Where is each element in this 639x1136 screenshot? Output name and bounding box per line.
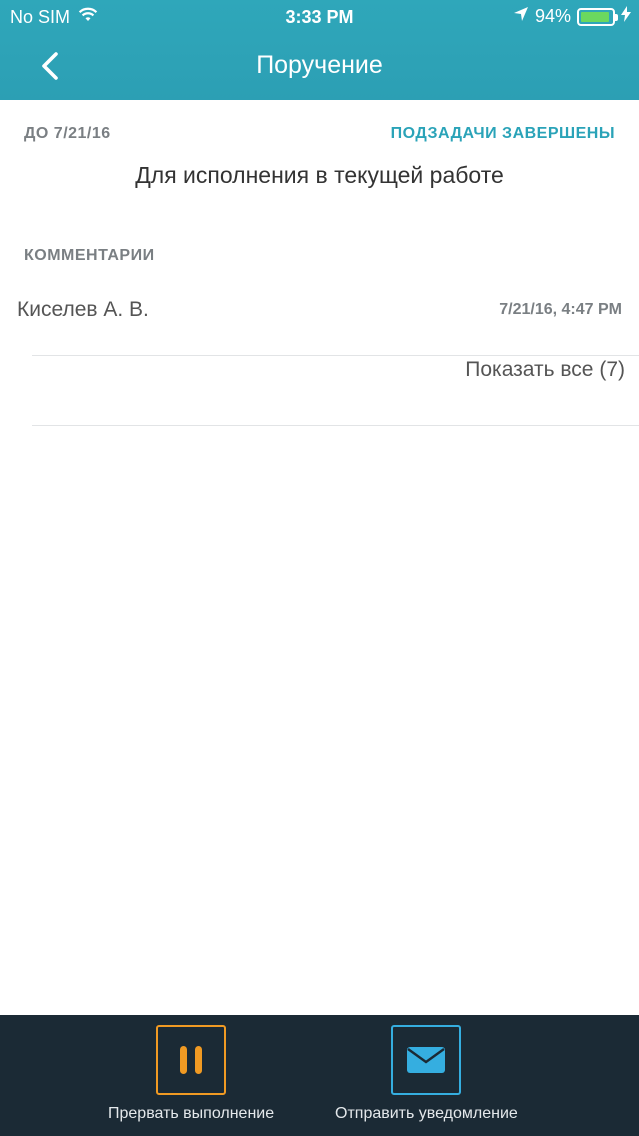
divider	[32, 355, 639, 356]
page-title: Поручение	[256, 51, 383, 79]
status-bar: No SIM 3:33 PM 94%	[0, 0, 639, 36]
show-all-comments-button[interactable]: Показать все (7)	[465, 358, 625, 382]
subtasks-status-link[interactable]: ПОДЗАДАЧИ ЗАВЕРШЕНЫ	[391, 125, 615, 143]
comments-section-title: КОММЕНТАРИИ	[24, 247, 155, 264]
envelope-icon	[407, 1047, 446, 1073]
notify-button-frame	[391, 1025, 462, 1095]
task-detail: ДО 7/21/16 ПОДЗАДАЧИ ЗАВЕРШЕНЫ Для испол…	[0, 100, 639, 1015]
pause-button-frame	[156, 1025, 227, 1095]
charging-bolt-icon	[621, 6, 631, 27]
battery-fill	[581, 11, 610, 22]
header: No SIM 3:33 PM 94% Поручение	[0, 0, 639, 100]
pause-execution-button[interactable]: Прервать выполнение	[108, 1025, 274, 1123]
send-notification-label: Отправить уведомление	[335, 1105, 518, 1122]
comment-item[interactable]: Киселев А. В. 7/21/16, 4:47 PM	[0, 280, 639, 354]
status-right-group: 94%	[513, 6, 631, 27]
divider	[32, 425, 639, 426]
location-arrow-icon	[513, 6, 529, 27]
action-toolbar: Прервать выполнение Отправить уведомлени…	[0, 1015, 639, 1136]
nav-bar: Поручение	[0, 36, 639, 100]
comment-date: 7/21/16, 4:47 PM	[499, 301, 622, 318]
pause-icon	[180, 1046, 203, 1074]
pause-execution-label: Прервать выполнение	[108, 1105, 275, 1122]
due-date: ДО 7/21/16	[24, 125, 111, 142]
comment-author: Киселев А. В.	[17, 298, 149, 321]
battery-percent: 94%	[534, 6, 571, 26]
task-description: Для исполнения в текущей работе	[135, 162, 504, 188]
send-notification-button[interactable]: Отправить уведомление	[335, 1025, 518, 1123]
battery-icon	[577, 7, 618, 26]
